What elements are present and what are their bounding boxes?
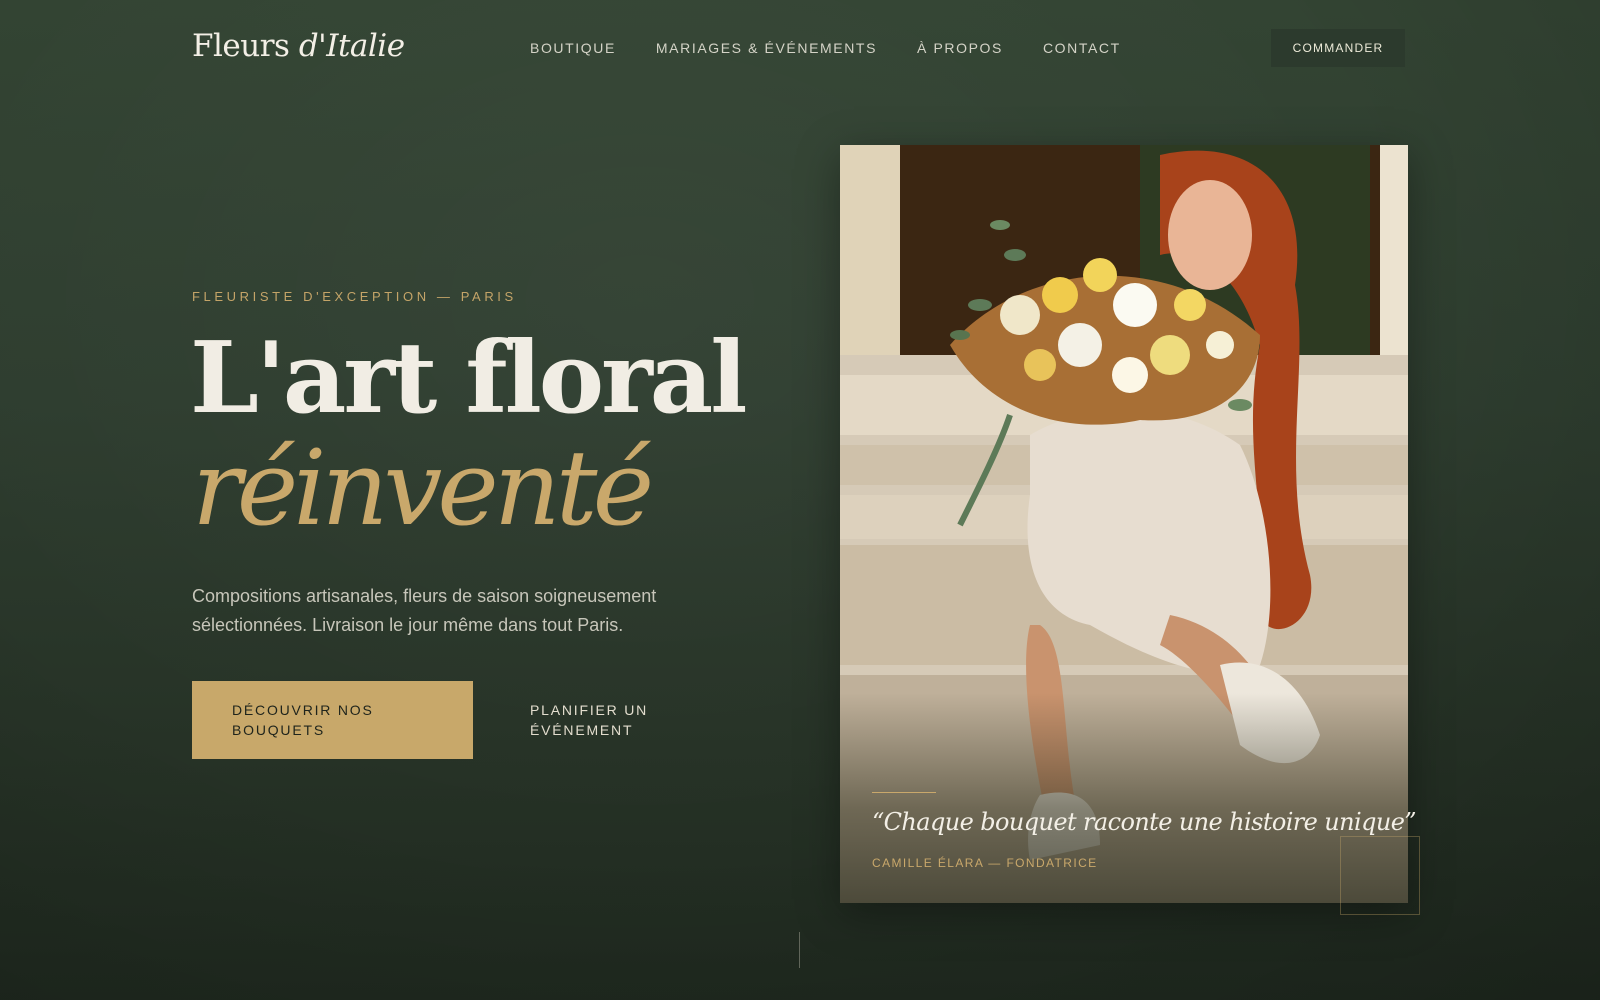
decorative-frame [1340,836,1420,915]
nav-link-contact[interactable]: CONTACT [1043,40,1121,56]
hero-description: Compositions artisanales, fleurs de sais… [192,586,657,635]
top-navigation: Fleurs d'Italie BOUTIQUE MARIAGES & ÉVÉN… [0,0,1600,96]
order-button[interactable]: COMMANDER [1271,29,1405,67]
nav-link-about[interactable]: À PROPOS [917,40,1003,56]
quote-divider [872,792,936,793]
brand-logo[interactable]: Fleurs d'Italie [192,28,405,64]
scroll-indicator [799,932,800,968]
hero-eyebrow: FLEURISTE D'EXCEPTION — PARIS [192,289,517,304]
main-menu: BOUTIQUE MARIAGES & ÉVÉNEMENTS À PROPOS … [530,40,1121,56]
plan-event-button[interactable]: PLANIFIER UN ÉVÉNEMENT [530,700,720,740]
hero-photo [840,145,1408,903]
nav-link-weddings-events[interactable]: MARIAGES & ÉVÉNEMENTS [656,40,877,56]
nav-link-boutique[interactable]: BOUTIQUE [530,40,616,56]
hero-headline-line1: L'art floral [190,321,748,436]
logo-italic-text: d'Italie [298,28,405,64]
photo-gradient-overlay [840,693,1408,903]
founder-quote: “Chaque bouquet raconte une histoire uni… [872,808,1417,836]
discover-bouquets-button[interactable]: DÉCOUVRIR NOS BOUQUETS [192,681,473,759]
logo-text: Fleurs [192,28,299,64]
hero-headline-line2: réinventé [192,427,654,549]
quote-author: CAMILLE ÉLARA — FONDATRICE [872,856,1098,870]
